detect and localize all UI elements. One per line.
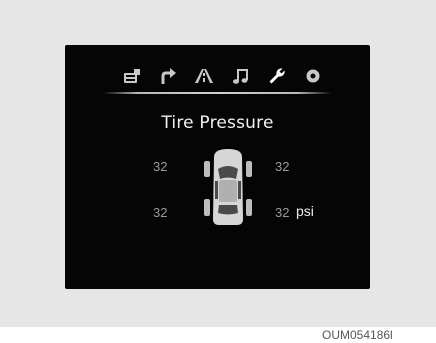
vehicle-top-view-icon [204, 149, 252, 225]
trip-computer-icon [124, 69, 140, 83]
tab-underline [103, 92, 332, 94]
front-right-pressure: 32 [275, 159, 290, 174]
settings-gear-icon [306, 69, 320, 83]
rear-left-pressure: 32 [153, 205, 168, 220]
pressure-unit: psi [296, 203, 314, 219]
tab-music[interactable] [229, 64, 253, 88]
tab-user-settings[interactable] [265, 64, 289, 88]
road-lane-icon [195, 69, 214, 83]
page-title: Tire Pressure [161, 113, 274, 133]
tab-trip-computer[interactable] [120, 64, 144, 88]
turn-by-turn-icon [161, 68, 177, 84]
rear-right-pressure: 32 [275, 205, 290, 220]
cluster-display: Tire Pressure 32 32 32 32 psi [65, 45, 370, 289]
music-note-icon [232, 69, 248, 84]
wrench-icon [269, 68, 285, 84]
figure-frame: Tire Pressure 32 32 32 32 psi [0, 0, 436, 327]
image-code: OUM054186l [322, 328, 393, 342]
front-left-pressure: 32 [153, 159, 168, 174]
tab-road[interactable] [192, 64, 216, 88]
tab-turn-by-turn[interactable] [156, 64, 180, 88]
mode-tabs [120, 63, 325, 89]
tab-settings[interactable] [301, 64, 325, 88]
